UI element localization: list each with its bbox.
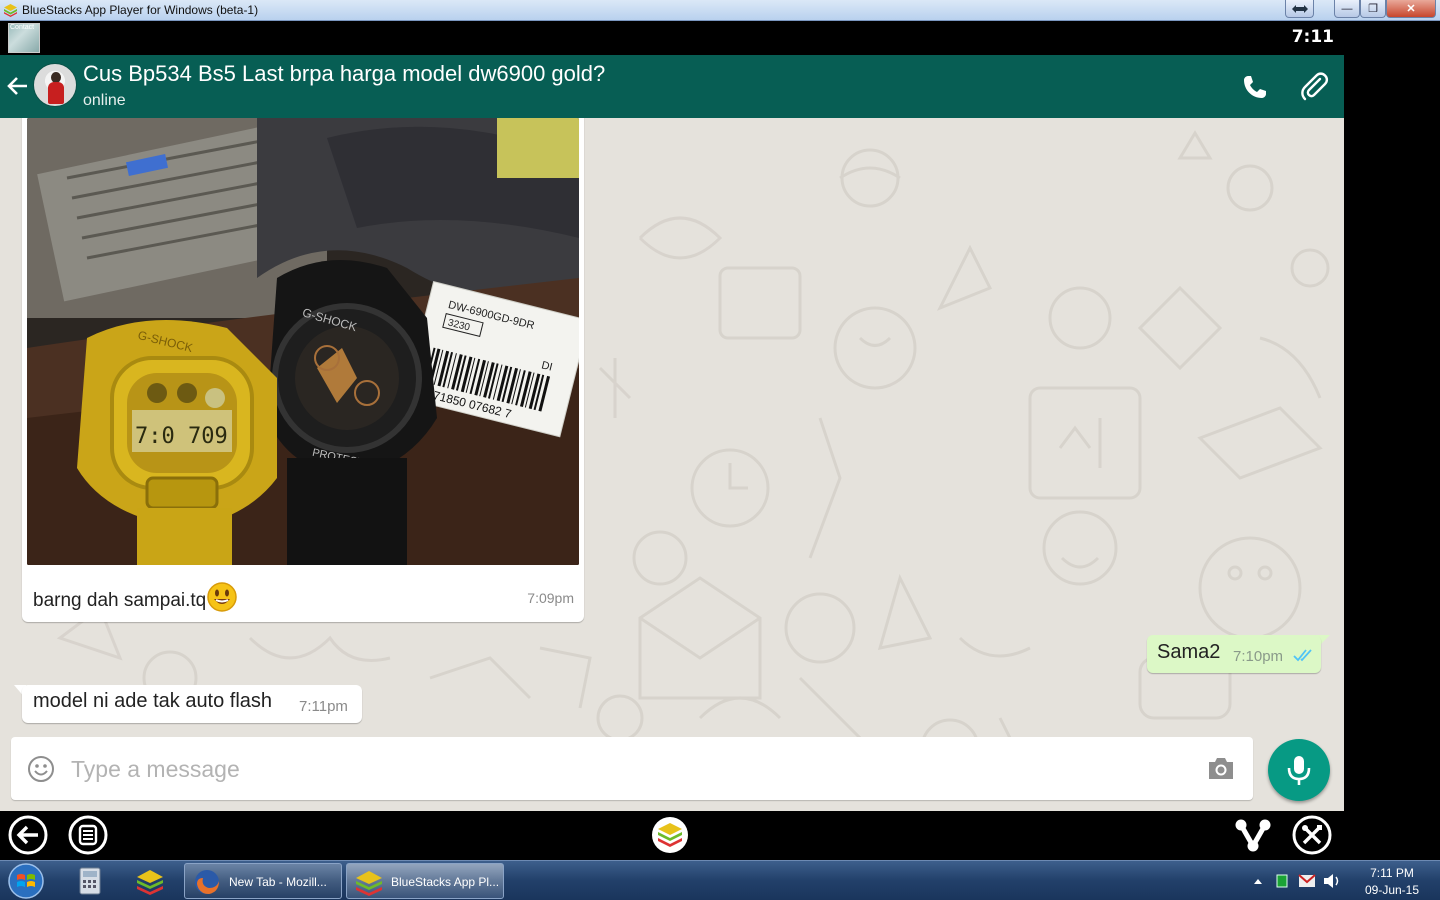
bluestacks-icon (356, 871, 382, 896)
message-time: 7:10pm (1233, 648, 1284, 665)
taskbar-task-label: BlueStacks App Pl... (391, 875, 500, 889)
incoming-message-bubble[interactable]: model ni ade tak auto flash 7:11pm (22, 685, 362, 723)
watch1-lcd-text: 7:0 709 (135, 424, 228, 449)
notification-thumbnail: Contact (8, 23, 40, 53)
window-title: BlueStacks App Player for Windows (beta-… (22, 3, 259, 17)
double-check-read-icon (1293, 649, 1312, 662)
avatar-body (48, 82, 64, 104)
camera-icon[interactable] (1207, 755, 1235, 781)
firefox-icon (195, 870, 219, 894)
system-tray (1254, 874, 1339, 888)
taskbar-bluestacks-task[interactable]: BlueStacks App Pl... (346, 863, 504, 899)
taskbar-firefox-task[interactable]: New Tab - Mozill... (184, 863, 342, 899)
image-caption-text: barng dah sampai.tq (33, 590, 207, 611)
window-titlebar: BlueStacks App Player for Windows (beta-… (0, 0, 1440, 21)
notification-thumbnail-label: Contact (10, 24, 35, 31)
window-restore-button[interactable]: ❐ (1360, 0, 1386, 18)
tray-expand-icon[interactable] (1254, 879, 1262, 884)
calculator-icon[interactable] (76, 866, 104, 896)
taskbar-clock-time: 7:11 PM (1370, 866, 1414, 880)
back-arrow-icon[interactable] (5, 73, 31, 99)
window-fullscreen-button[interactable] (1285, 0, 1314, 18)
emoji-picker-icon[interactable] (27, 755, 55, 783)
message-composer (11, 737, 1253, 800)
nav-menu-icon[interactable] (68, 815, 108, 855)
bluestacks-icon (4, 4, 17, 17)
message-text: model ni ade tak auto flash (33, 690, 273, 712)
window-close-button[interactable]: ✕ (1386, 0, 1436, 18)
watch-photo[interactable]: DW-6900GD-9DR 3230 DI 4971850 07682 7 G-… (27, 118, 579, 565)
tools-icon[interactable] (1292, 815, 1332, 855)
chat-header: Cus Bp534 Bs5 Last brpa harga model dw69… (0, 55, 1344, 118)
contact-status: online (83, 92, 126, 109)
watch-photo-illustration: DW-6900GD-9DR 3230 DI 4971850 07682 7 G-… (27, 118, 579, 565)
taskbar-clock[interactable]: 7:11 PM 09-Jun-15 (1352, 865, 1432, 899)
volume-icon[interactable] (1324, 874, 1333, 888)
taskbar-task-label: New Tab - Mozill... (229, 875, 327, 889)
contact-avatar[interactable] (33, 63, 77, 107)
windows-start-icon[interactable] (6, 862, 46, 900)
message-text: Sama2 (1157, 641, 1221, 663)
message-input[interactable] (71, 749, 1171, 789)
bluestacks-nav-bar (0, 811, 1440, 860)
window-minimize-button[interactable]: — (1334, 0, 1360, 18)
status-clock: 7:11 (1291, 27, 1334, 47)
bluestacks-launcher-icon[interactable] (136, 866, 164, 896)
nav-back-icon[interactable] (8, 815, 48, 855)
smiley-emoji-icon (207, 582, 237, 612)
bluestacks-home-icon[interactable] (650, 815, 690, 855)
message-time: 7:11pm (299, 698, 348, 715)
share-icon[interactable] (1234, 817, 1272, 853)
windows-taskbar: New Tab - Mozill... BlueStacks App Pl...… (0, 860, 1440, 900)
message-time: 7:09pm (527, 590, 574, 606)
image-caption: barng dah sampai.tq (33, 582, 237, 612)
contact-name[interactable]: Cus Bp534 Bs5 Last brpa harga model dw69… (83, 61, 605, 87)
taskbar-clock-date: 09-Jun-15 (1364, 883, 1420, 897)
phone-icon[interactable] (1240, 72, 1270, 102)
outgoing-message-bubble[interactable]: Sama2 7:10pm (1147, 635, 1321, 673)
emulator-side-panel (1344, 21, 1440, 811)
image-message-bubble[interactable]: DW-6900GD-9DR 3230 DI 4971850 07682 7 G-… (22, 118, 584, 622)
android-status-bar: Contact 7:11 (0, 21, 1344, 55)
chat-area[interactable]: DW-6900GD-9DR 3230 DI 4971850 07682 7 G-… (0, 118, 1344, 811)
microphone-icon (1287, 756, 1311, 785)
voice-record-button[interactable] (1268, 739, 1330, 801)
fullscreen-arrows-icon (1291, 4, 1308, 13)
tray-app-icon[interactable] (1276, 874, 1288, 888)
paperclip-icon[interactable] (1298, 70, 1330, 102)
